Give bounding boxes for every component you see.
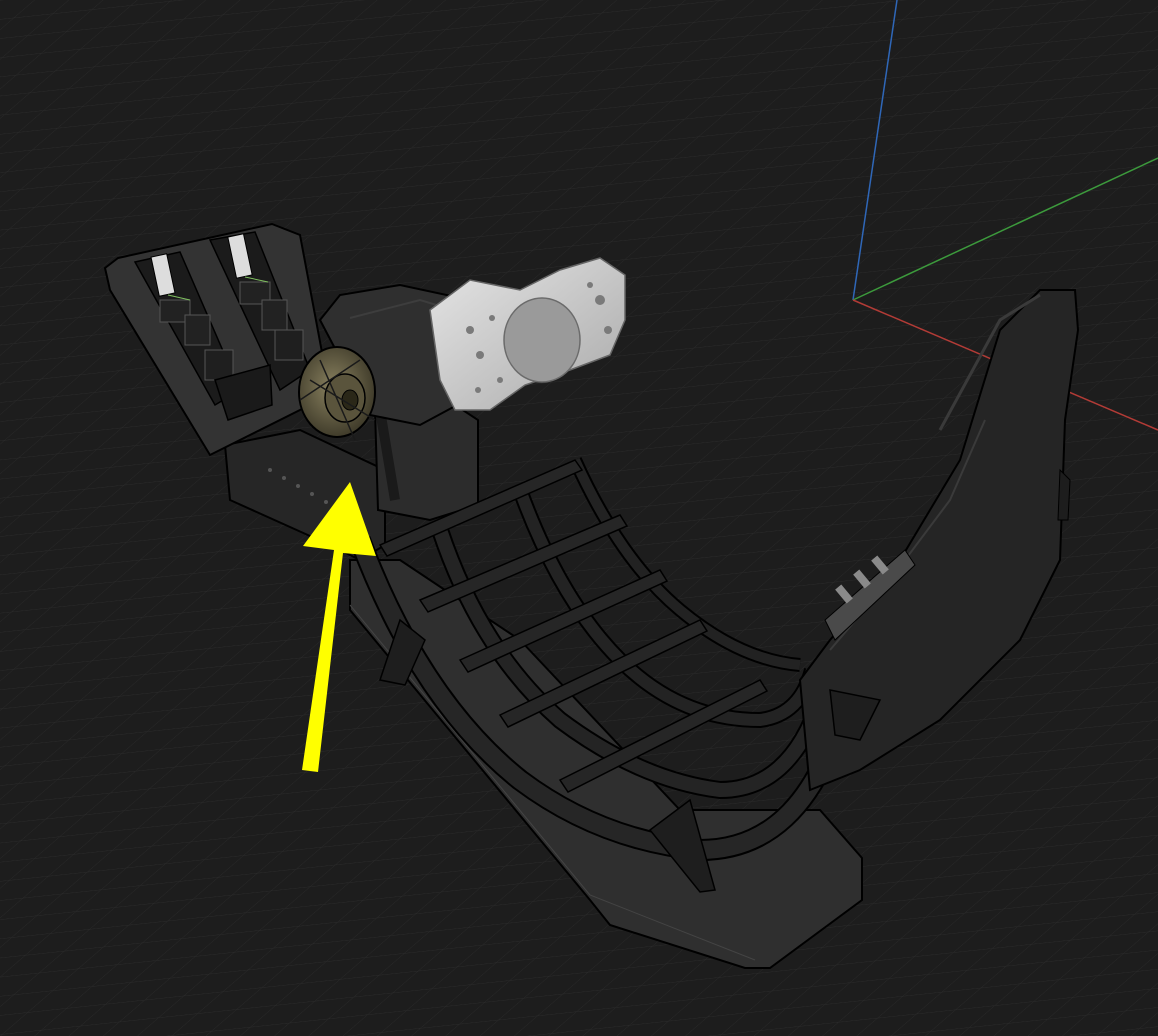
viewport-canvas[interactable] [0,0,1158,1036]
3d-viewport[interactable] [0,0,1158,1036]
wheel-hub [503,297,581,383]
